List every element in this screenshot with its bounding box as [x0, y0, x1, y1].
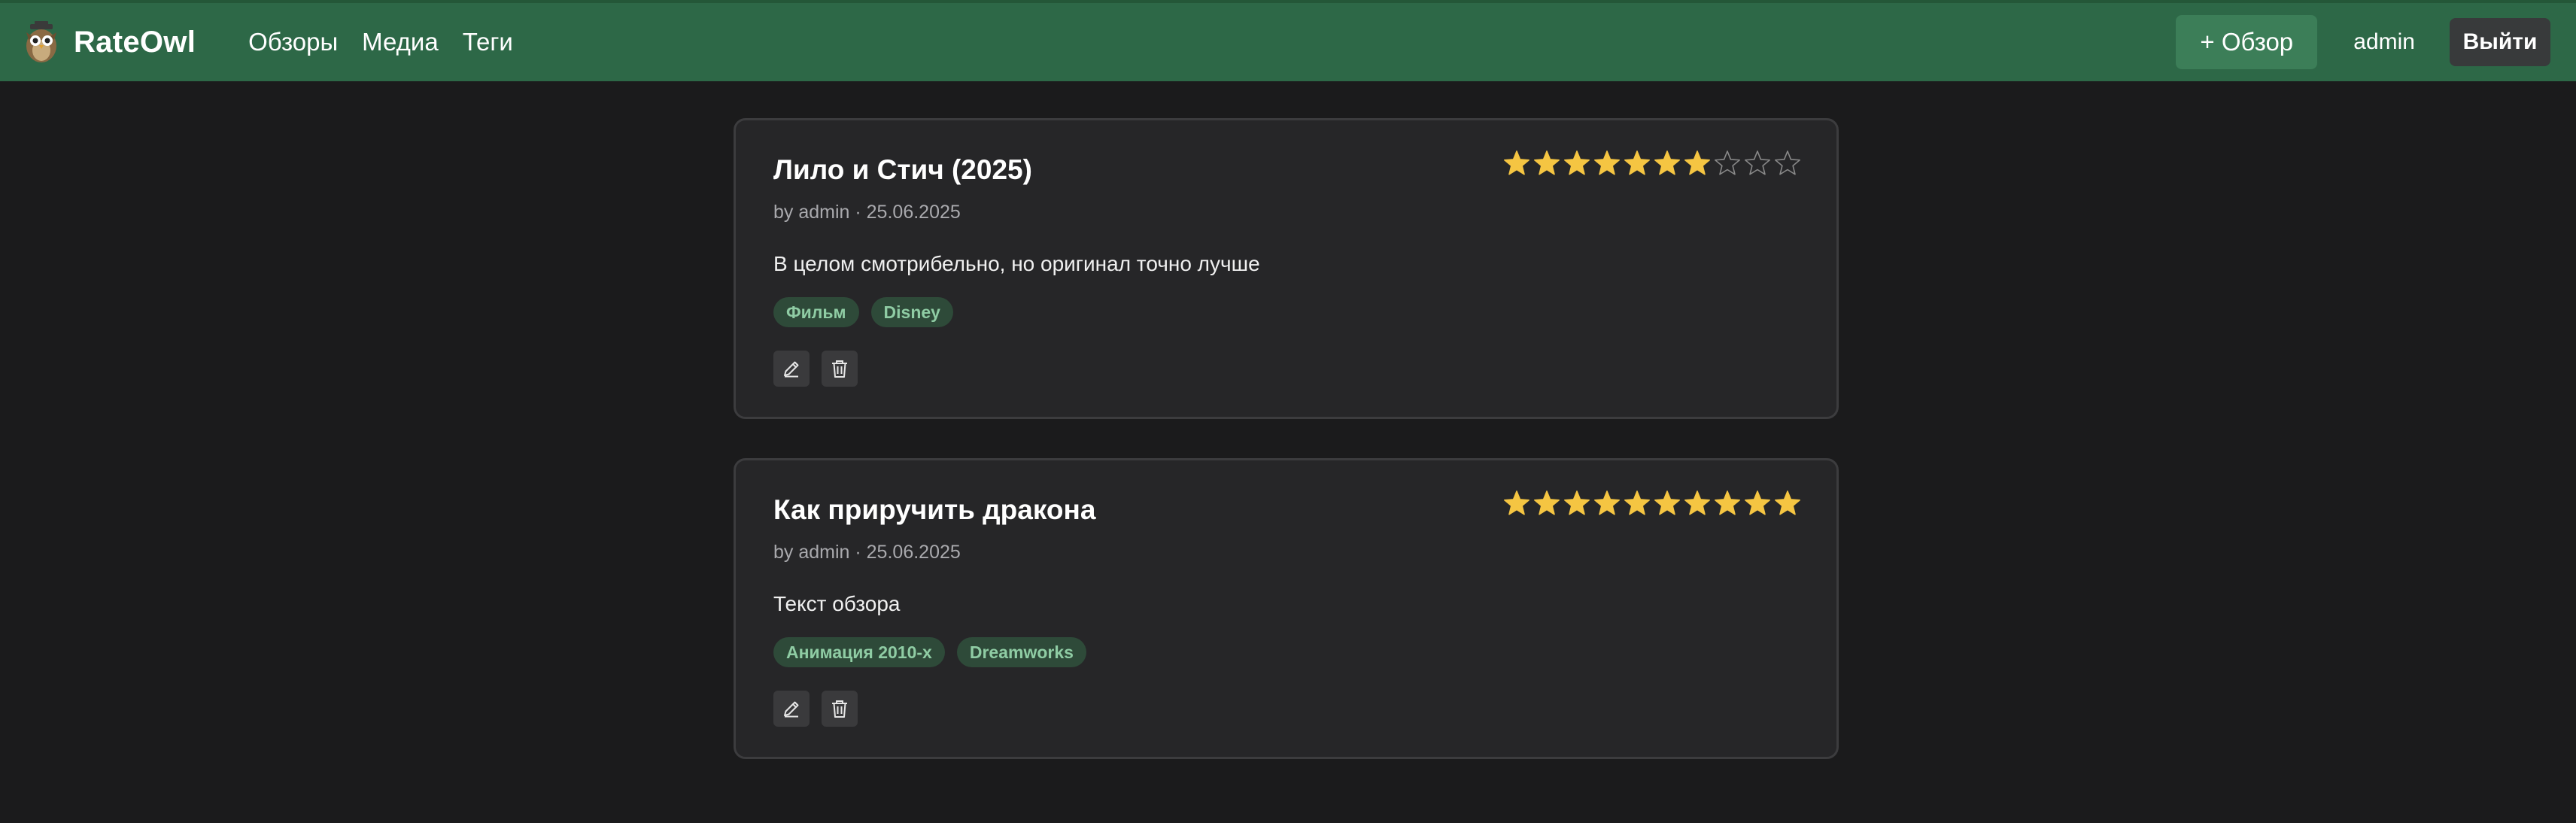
star-filled-icon: [1594, 150, 1620, 175]
review-card: Лило и Стич (2025) by admin · 25.06.2025…: [734, 118, 1839, 419]
star-filled-icon: [1684, 490, 1710, 515]
delete-button[interactable]: [822, 691, 858, 727]
tag-list: Анимация 2010-х Dreamworks: [773, 637, 1098, 667]
main-nav: Обзоры Медиа Теги: [248, 28, 537, 56]
star-filled-icon: [1654, 490, 1680, 515]
star-filled-icon: [1504, 490, 1530, 515]
star-filled-icon: [1624, 490, 1650, 515]
star-empty-icon: [1775, 150, 1800, 175]
top-navbar: RateOwl Обзоры Медиа Теги + Обзор admin …: [0, 0, 2576, 81]
star-filled-icon: [1534, 490, 1560, 515]
nav-right: + Обзор admin Выйти: [2176, 15, 2576, 69]
owl-logo-icon: [26, 21, 56, 62]
star-filled-icon: [1684, 150, 1710, 175]
logout-button[interactable]: Выйти: [2450, 18, 2550, 66]
star-filled-icon: [1534, 150, 1560, 175]
review-actions: [773, 691, 870, 727]
review-actions: [773, 351, 870, 387]
star-rating: [1504, 150, 1800, 175]
tag-chip[interactable]: Disney: [870, 297, 953, 327]
star-filled-icon: [1564, 150, 1590, 175]
pencil-icon: [784, 701, 799, 718]
username[interactable]: admin: [2353, 29, 2415, 55]
edit-button[interactable]: [773, 351, 810, 387]
star-filled-icon: [1715, 490, 1740, 515]
tag-chip[interactable]: Анимация 2010-х: [773, 637, 945, 667]
nav-link-media[interactable]: Медиа: [362, 28, 439, 56]
trash-icon: [832, 360, 847, 378]
add-review-button[interactable]: + Обзор: [2176, 15, 2318, 69]
edit-button[interactable]: [773, 691, 810, 727]
star-filled-icon: [1654, 150, 1680, 175]
tag-list: Фильм Disney: [773, 297, 965, 327]
trash-icon: [832, 700, 847, 718]
tag-chip[interactable]: Dreamworks: [956, 637, 1086, 667]
review-meta: by admin · 25.06.2025: [773, 542, 961, 563]
star-rating: [1504, 490, 1800, 515]
pencil-icon: [784, 361, 799, 378]
brand-name: RateOwl: [74, 25, 196, 59]
review-title[interactable]: Как приручить дракона: [773, 494, 1095, 526]
review-title[interactable]: Лило и Стич (2025): [773, 154, 1032, 186]
star-empty-icon: [1745, 150, 1770, 175]
review-text: Текст обзора: [773, 592, 901, 615]
star-filled-icon: [1504, 150, 1530, 175]
star-filled-icon: [1775, 490, 1800, 515]
star-filled-icon: [1564, 490, 1590, 515]
star-filled-icon: [1624, 150, 1650, 175]
star-filled-icon: [1594, 490, 1620, 515]
tag-chip[interactable]: Фильм: [773, 297, 859, 327]
delete-button[interactable]: [822, 351, 858, 387]
brand[interactable]: RateOwl: [20, 20, 196, 64]
nav-link-tags[interactable]: Теги: [463, 28, 513, 56]
review-meta: by admin · 25.06.2025: [773, 202, 961, 223]
star-empty-icon: [1715, 150, 1740, 175]
review-card: Как приручить дракона by admin · 25.06.2…: [734, 458, 1839, 759]
review-text: В целом смотрибельно, но оригинал точно …: [773, 252, 1260, 275]
star-filled-icon: [1745, 490, 1770, 515]
nav-link-reviews[interactable]: Обзоры: [248, 28, 338, 56]
